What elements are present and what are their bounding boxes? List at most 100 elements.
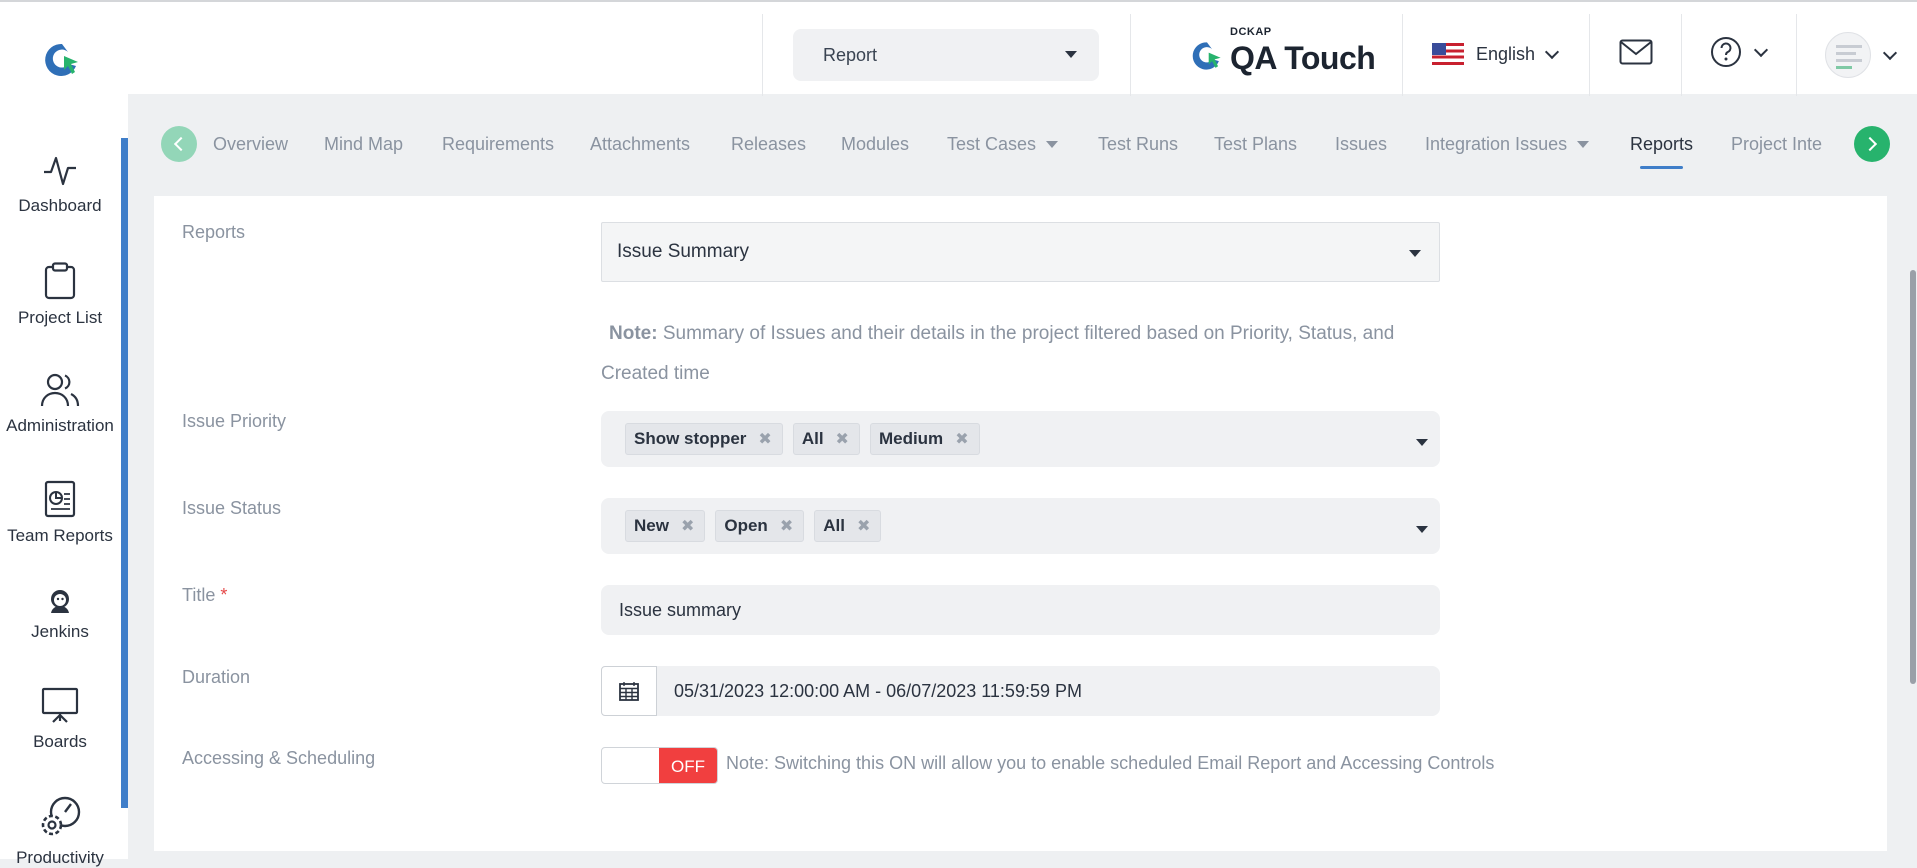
reports-label: Reports: [182, 222, 246, 242]
title-label: Title *: [182, 585, 227, 606]
tab-label: Issues: [1335, 134, 1388, 154]
header-divider: [1130, 14, 1131, 96]
report-type-select[interactable]: Issue Summary: [601, 222, 1440, 282]
tab-requirements[interactable]: Requirements: [442, 134, 554, 155]
tab-test-cases[interactable]: Test Cases: [947, 134, 1059, 155]
report-form: Reports Issue Summary Note: Summary of I…: [154, 196, 1887, 851]
brand-company: DCKAP: [1230, 26, 1272, 38]
presentation-board-icon: [41, 687, 79, 723]
sidebar-item-label: Team Reports: [7, 526, 113, 545]
sidebar-item-label: Jenkins: [31, 622, 89, 641]
tab-integration-issues[interactable]: Integration Issues: [1425, 134, 1590, 155]
sidebar-item-jenkins[interactable]: Jenkins: [0, 588, 120, 642]
chip-label: All: [801, 429, 824, 448]
tab-reports[interactable]: Reports: [1630, 134, 1693, 169]
top-header: Report DCKAP QA Touch English: [0, 0, 1917, 96]
qa-touch-logo-icon[interactable]: [42, 40, 82, 80]
tab-label: Project Inte: [1731, 134, 1823, 154]
tab-overview[interactable]: Overview: [213, 134, 288, 155]
tab-label: Mind Map: [324, 134, 404, 154]
tabs-next-button[interactable]: [1854, 126, 1890, 162]
avatar: [1825, 32, 1871, 78]
remove-chip-icon[interactable]: ✖: [836, 429, 849, 449]
tab-label: Modules: [841, 134, 910, 154]
tab-test-runs[interactable]: Test Runs: [1098, 134, 1178, 155]
calendar-icon: [619, 682, 639, 701]
caret-down-icon: [1409, 250, 1421, 257]
calendar-button[interactable]: [601, 666, 657, 716]
header-divider: [1589, 14, 1590, 96]
remove-chip-icon[interactable]: ✖: [780, 516, 793, 536]
tab-label: Attachments: [590, 134, 691, 154]
sidebar-item-team-reports[interactable]: Team Reports: [0, 480, 120, 546]
caret-down-icon: [1046, 141, 1059, 148]
chip-label: All: [823, 516, 845, 535]
tab-label: Test Runs: [1098, 134, 1179, 154]
sidebar-item-project-list[interactable]: Project List: [0, 262, 120, 328]
tab-mind-map[interactable]: Mind Map: [324, 134, 403, 155]
caret-down-icon: [1065, 51, 1077, 58]
sidebar-scroll-indicator: [121, 138, 128, 808]
language-selector[interactable]: English: [1432, 38, 1560, 70]
tab-issues[interactable]: Issues: [1335, 134, 1387, 155]
sidebar-item-label: Administration: [6, 416, 114, 435]
remove-chip-icon[interactable]: ✖: [857, 516, 870, 536]
priority-chip[interactable]: Medium ✖: [869, 423, 980, 455]
report-dropdown-value: Report: [823, 44, 878, 65]
chevron-right-icon: [1862, 136, 1878, 152]
report-icon: [44, 480, 76, 518]
tab-releases[interactable]: Releases: [731, 134, 806, 155]
report-note: Note: Summary of Issues and their detail…: [601, 314, 1441, 394]
chip-label: Show stopper: [634, 429, 747, 448]
tab-label: Releases: [731, 134, 807, 154]
scheduling-toggle[interactable]: OFF: [601, 747, 718, 784]
tabs-prev-button[interactable]: [161, 126, 197, 162]
caret-down-icon: [1416, 439, 1428, 446]
sidebar-item-administration[interactable]: Administration: [0, 372, 120, 436]
status-chip[interactable]: All ✖: [814, 510, 882, 542]
help-icon: [1711, 37, 1741, 67]
sidebar-item-dashboard[interactable]: Dashboard: [0, 154, 120, 216]
chevron-down-icon: [1882, 45, 1898, 60]
remove-chip-icon[interactable]: ✖: [681, 516, 694, 536]
tab-label: Test Plans: [1214, 134, 1298, 154]
priority-chip[interactable]: All ✖: [792, 423, 860, 455]
tab-attachments[interactable]: Attachments: [590, 134, 690, 155]
tab-label: Requirements: [442, 134, 555, 154]
language-label: English: [1476, 43, 1536, 64]
tab-label: Integration Issues: [1425, 134, 1568, 154]
note-text: Summary of Issues and their details in t…: [601, 323, 1395, 384]
remove-chip-icon[interactable]: ✖: [758, 429, 771, 449]
gauge-gear-icon: [41, 796, 81, 836]
report-dropdown[interactable]: Report: [793, 29, 1099, 81]
status-chip[interactable]: Open ✖: [715, 510, 805, 542]
issue-status-multiselect[interactable]: New ✖ Open ✖ All ✖: [601, 498, 1440, 554]
header-divider: [1402, 14, 1403, 96]
report-type-value: Issue Summary: [617, 241, 749, 262]
issue-priority-multiselect[interactable]: Show stopper ✖ All ✖ Medium ✖: [601, 411, 1440, 467]
user-menu[interactable]: [1825, 32, 1898, 78]
header-divider: [762, 14, 763, 96]
duration-date-range[interactable]: 05/31/2023 12:00:00 AM - 06/07/2023 11:5…: [601, 666, 1440, 716]
sidebar-item-boards[interactable]: Boards: [0, 686, 120, 752]
brand-logo: DCKAP QA Touch: [1190, 26, 1376, 78]
mail-icon[interactable]: [1619, 39, 1653, 65]
sidebar-item-label: Project List: [17, 308, 103, 327]
chip-label: Medium: [878, 429, 944, 448]
remove-chip-icon[interactable]: ✖: [955, 429, 968, 449]
duration-value: 05/31/2023 12:00:00 AM - 06/07/2023 11:5…: [674, 680, 1082, 701]
tab-modules[interactable]: Modules: [841, 134, 909, 155]
brand-name: QA Touch: [1230, 40, 1376, 76]
status-chip[interactable]: New ✖: [625, 510, 706, 542]
chip-label: Open: [724, 516, 768, 535]
page-scrollbar[interactable]: [1910, 270, 1916, 684]
users-icon: [40, 373, 80, 407]
tab-test-plans[interactable]: Test Plans: [1214, 134, 1297, 155]
sidebar-item-productivity[interactable]: Productivity: [0, 794, 120, 868]
brand-mark-icon: [1192, 42, 1221, 70]
help-menu[interactable]: [1710, 36, 1769, 68]
jenkins-icon: [51, 590, 69, 613]
title-input[interactable]: Issue summary: [601, 585, 1440, 635]
tab-project-integrations[interactable]: Project Inte: [1731, 134, 1822, 155]
priority-chip[interactable]: Show stopper ✖: [625, 423, 783, 455]
